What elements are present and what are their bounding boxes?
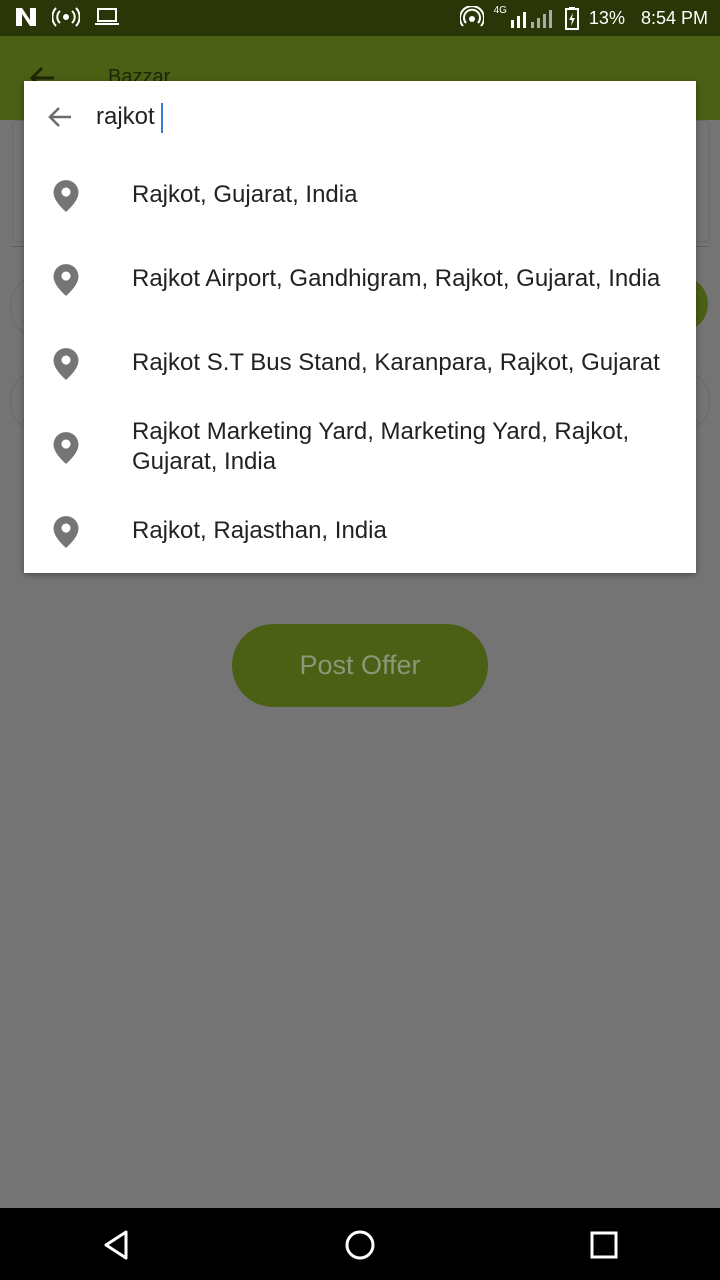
result-item-2[interactable]: Rajkot Airport, Gandhigram, Rajkot, Guja… — [24, 237, 696, 321]
battery-percent: 13% — [588, 7, 625, 28]
location-pin-icon — [53, 348, 79, 380]
clock: 8:54 PM — [640, 7, 708, 28]
results-list: Rajkot, Gujarat, India Rajkot Airport, G… — [24, 153, 696, 573]
location-pin-icon — [53, 264, 79, 296]
back-arrow-icon[interactable] — [46, 103, 74, 131]
result-label: Rajkot, Gujarat, India — [132, 181, 358, 208]
result-item-4[interactable]: Rajkot Marketing Yard, Marketing Yard, R… — [24, 405, 696, 489]
location-pin-icon — [53, 180, 79, 212]
signal-icon — [510, 10, 552, 28]
hotspot-icon — [52, 7, 80, 27]
nav-home-icon[interactable] — [343, 1228, 377, 1262]
search-row — [24, 81, 696, 153]
laptop-icon — [95, 8, 119, 25]
status-bar: 4G 13% 8:54 PM — [0, 0, 720, 36]
location-pin-icon — [53, 516, 79, 548]
n-logo-icon — [16, 8, 36, 26]
result-label: Rajkot Airport, Gandhigram, Rajkot, Guja… — [132, 265, 661, 292]
text-cursor — [161, 103, 163, 133]
place-autocomplete-dialog: Rajkot, Gujarat, India Rajkot Airport, G… — [24, 81, 696, 573]
post-offer-button[interactable]: Post Offer — [232, 624, 488, 707]
result-item-1[interactable]: Rajkot, Gujarat, India — [24, 153, 696, 237]
result-item-5[interactable]: Rajkot, Rajasthan, India — [24, 489, 696, 573]
battery-icon — [564, 7, 579, 30]
result-label: Rajkot, Rajasthan, India — [132, 517, 387, 544]
nav-recents-icon[interactable] — [587, 1228, 621, 1262]
result-item-3[interactable]: Rajkot S.T Bus Stand, Karanpara, Rajkot,… — [24, 321, 696, 405]
search-input[interactable] — [96, 99, 656, 135]
nav-back-icon[interactable] — [100, 1228, 134, 1262]
navigation-bar — [0, 1208, 720, 1280]
result-label: Rajkot Marketing Yard, Marketing Yard, R… — [132, 418, 630, 475]
location-pin-icon — [53, 432, 79, 464]
network-type: 4G — [493, 4, 507, 16]
wifi-hotspot-icon — [459, 6, 484, 27]
result-label: Rajkot S.T Bus Stand, Karanpara, Rajkot,… — [132, 349, 660, 376]
